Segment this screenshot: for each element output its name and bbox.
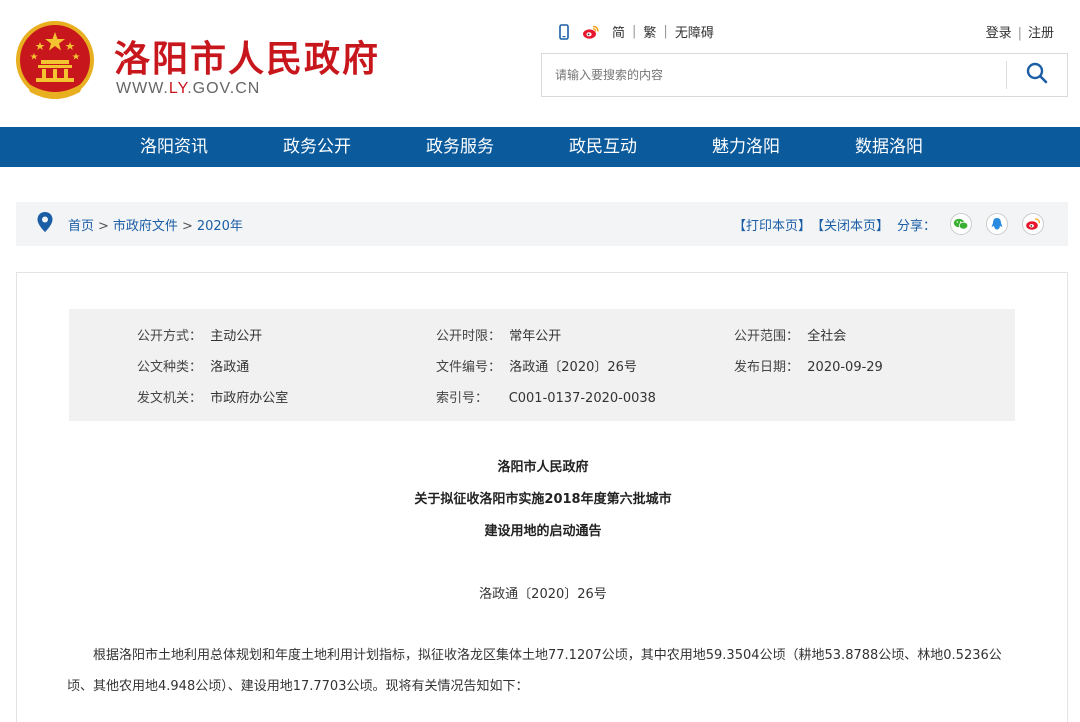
nav-charming-luoyang[interactable]: 魅力洛阳 [712,127,780,167]
print-page-button[interactable]: 【打印本页】 [733,215,811,234]
breadcrumb-bar: 首页 > 市政府文件 >2020年 【打印本页】 【关闭本页】 分享： [16,202,1068,246]
tools-separator: | [632,24,637,39]
document-issuer: 洛阳市人民政府 [497,460,589,475]
nav-data-luoyang[interactable]: 数据洛阳 [855,127,923,167]
auth-separator: | [1017,26,1022,41]
nav-government-affairs-disclosure[interactable]: 政务公开 [283,127,351,167]
wechat-share-icon[interactable] [950,213,972,235]
meta-disclosure-method: 公开方式： 主动公开 [137,329,263,344]
meta-disclosure-scope: 公开范围： 全社会 [734,329,847,344]
breadcrumb-year[interactable]: 2020年 [197,219,243,234]
url-prefix: WWW. [116,80,169,97]
url-suffix: .GOV.CN [187,80,261,97]
document-paragraph: 根据洛阳市土地利用总体规划和年度土地利用计划指标，拟征收洛龙区集体土地77.12… [67,648,1002,694]
search-input[interactable] [542,54,1006,96]
nav-government-services[interactable]: 政务服务 [426,127,494,167]
site-url: WWW.LY.GOV.CN [116,80,260,98]
tools-separator: | [663,24,668,39]
share-label: 分享： [896,218,936,234]
nav-public-interaction[interactable]: 政民互动 [569,127,637,167]
national-emblem-logo[interactable] [14,20,96,104]
url-highlight: LY [168,80,188,97]
header-tools: 简 | 繁 | 无障碍 [556,22,714,41]
login-link[interactable]: 登录 [986,26,1012,41]
meta-issuing-agency: 发文机关： 市政府办公室 [137,391,289,406]
meta-disclosure-period: 公开时限： 常年公开 [436,329,562,344]
breadcrumb-home[interactable]: 首页 [68,219,94,234]
document-metadata-table: 公开方式： 主动公开 公开时限： 常年公开 公开范围： 全社会 公文种类： 洛政… [69,309,1015,421]
mobile-phone-icon[interactable] [556,23,572,40]
search-icon [1026,62,1048,88]
register-link[interactable]: 注册 [1028,26,1054,41]
simplified-chinese-link[interactable]: 简 [612,22,625,41]
document-title-line-1: 关于拟征收洛阳市实施2018年度第六批城市 [414,492,672,507]
search-button[interactable] [1007,54,1067,96]
meta-publish-date: 发布日期： 2020-09-29 [734,360,883,375]
site-title: 洛阳市人民政府 [114,38,381,80]
breadcrumb-city-files[interactable]: 市政府文件 [113,219,178,234]
article-content: 公开方式： 主动公开 公开时限： 常年公开 公开范围： 全社会 公文种类： 洛政… [16,272,1068,722]
nav-luoyang-news[interactable]: 洛阳资讯 [140,127,208,167]
qzone-share-icon[interactable] [986,213,1008,235]
location-pin-icon [36,211,54,237]
traditional-chinese-link[interactable]: 繁 [643,22,656,41]
site-header: 洛阳市人民政府 WWW.LY.GOV.CN 简 | 繁 | 无障碍 登录 | 注册 [0,0,1080,127]
close-page-button[interactable]: 【关闭本页】 [811,215,889,234]
accessibility-link[interactable]: 无障碍 [675,22,714,41]
breadcrumb: 首页 > 市政府文件 >2020年 [68,215,243,234]
page-actions: 【打印本页】 【关闭本页】 分享： [733,202,1044,246]
breadcrumb-separator: > [181,218,193,234]
document-title-line-2: 建设用地的启动通告 [484,524,602,539]
main-nav: 洛阳资讯 政务公开 政务服务 政民互动 魅力洛阳 数据洛阳 [0,127,1080,167]
meta-document-number: 文件编号： 洛政通〔2020〕26号 [436,360,637,375]
breadcrumb-separator: > [98,218,109,234]
auth-links: 登录 | 注册 [986,22,1054,41]
weibo-share-icon[interactable] [1022,213,1044,235]
document-number: 洛政通〔2020〕26号 [479,587,607,602]
meta-index-number: 索引号： C001-0137-2020-0038 [436,391,656,406]
weibo-icon[interactable] [582,24,599,40]
search-box [541,53,1068,97]
meta-document-type: 公文种类： 洛政通 [137,360,250,375]
